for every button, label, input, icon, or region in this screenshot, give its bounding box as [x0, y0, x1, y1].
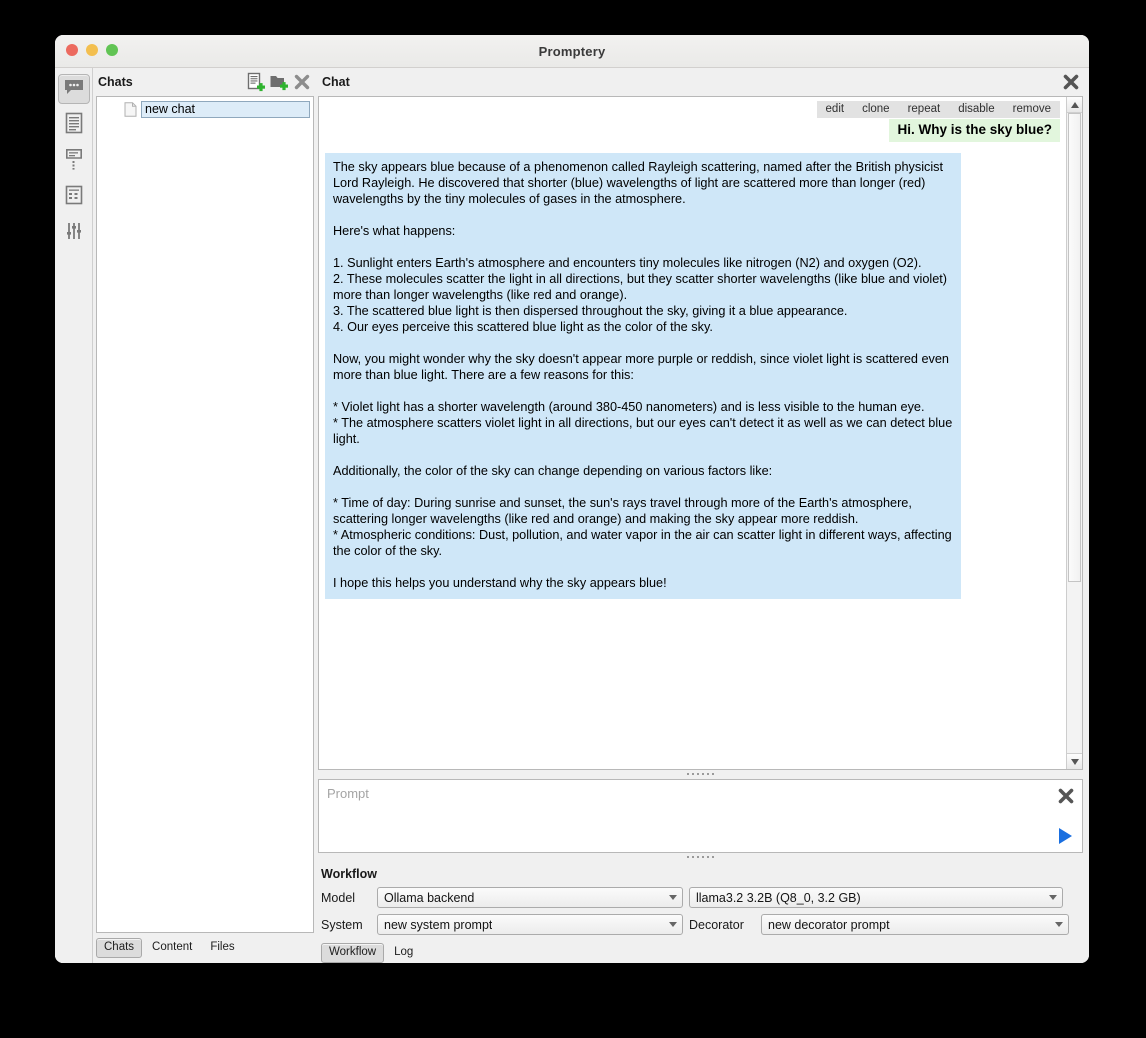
chats-toolbar — [246, 72, 312, 92]
prompt-box[interactable]: Prompt — [318, 779, 1083, 853]
clear-prompt-icon[interactable] — [1056, 786, 1076, 806]
scrollbar-track[interactable] — [1067, 113, 1082, 753]
rail-item-notes[interactable] — [58, 146, 90, 176]
action-disable[interactable]: disable — [949, 101, 1003, 118]
document-icon — [124, 102, 137, 117]
chats-panel-title: Chats — [98, 75, 133, 89]
decorator-prompt-value: new decorator prompt — [768, 917, 890, 932]
document-list-icon — [65, 148, 83, 175]
screen: Promptery Chats new chat Chats Content F… — [0, 0, 1146, 1038]
user-message-row: Hi. Why is the sky blue? — [325, 119, 1060, 142]
chat-bubble-icon — [64, 79, 84, 100]
action-edit[interactable]: edit — [817, 101, 854, 118]
model-select-value: llama3.2 3.2B (Q8_0, 3.2 GB) — [696, 890, 861, 905]
system-prompt-value: new system prompt — [384, 917, 493, 932]
scroll-up-icon[interactable] — [1067, 97, 1082, 113]
chat-panel: Chat edit clone repeat disable remove Hi… — [318, 68, 1089, 963]
message-list: edit clone repeat disable remove Hi. Why… — [319, 97, 1066, 769]
model-select[interactable]: llama3.2 3.2B (Q8_0, 3.2 GB) — [689, 887, 1063, 908]
send-play-icon[interactable] — [1055, 826, 1075, 846]
action-clone[interactable]: clone — [853, 101, 899, 118]
workflow-model-row: Model Ollama backend llama3.2 3.2B (Q8_0… — [321, 887, 1083, 908]
content-columns: Chats new chat Chats Content Files Chat … — [93, 68, 1089, 963]
chevron-down-icon — [664, 922, 682, 927]
list-item[interactable]: new chat — [97, 100, 313, 119]
icon-rail — [55, 68, 93, 963]
conversation-scrollbar[interactable] — [1066, 97, 1082, 769]
delete-icon[interactable] — [292, 72, 312, 92]
user-message: Hi. Why is the sky blue? — [889, 119, 1060, 142]
chat-panel-header: Chat — [318, 68, 1083, 96]
conversation-area: edit clone repeat disable remove Hi. Why… — [318, 96, 1083, 770]
close-button[interactable] — [66, 44, 78, 56]
table-icon — [65, 185, 83, 210]
chats-panel: Chats new chat Chats Content Files — [93, 68, 318, 963]
message-actions: edit clone repeat disable remove — [325, 101, 1060, 118]
sliders-icon — [64, 221, 84, 246]
tab-content[interactable]: Content — [144, 938, 200, 958]
assistant-message: The sky appears blue because of a phenom… — [325, 153, 961, 599]
workflow-tabstrip: Workflow Log — [321, 941, 1083, 963]
system-prompt-select[interactable]: new system prompt — [377, 914, 683, 935]
tab-log[interactable]: Log — [386, 943, 421, 963]
chats-panel-header: Chats — [96, 68, 314, 96]
rail-item-content[interactable] — [58, 110, 90, 140]
workflow-title: Workflow — [321, 867, 378, 881]
system-label: System — [321, 917, 363, 932]
chat-name-input[interactable]: new chat — [141, 101, 310, 118]
rail-item-settings[interactable] — [58, 218, 90, 248]
minimize-button[interactable] — [86, 44, 98, 56]
prompt-input[interactable]: Prompt — [319, 780, 377, 852]
window-controls — [66, 44, 118, 56]
chats-tabstrip: Chats Content Files — [96, 937, 314, 963]
close-icon[interactable] — [1061, 72, 1081, 92]
chevron-down-icon — [1050, 922, 1068, 927]
workflow-system-row: System new system prompt Decorator new d… — [321, 914, 1083, 935]
window-titlebar: Promptery — [55, 35, 1089, 68]
chat-panel-title: Chat — [322, 75, 350, 89]
window-title: Promptery — [538, 43, 606, 59]
tab-files[interactable]: Files — [202, 938, 242, 958]
backend-select[interactable]: Ollama backend — [377, 887, 683, 908]
scroll-down-icon[interactable] — [1067, 753, 1082, 769]
rail-item-chats[interactable] — [57, 74, 90, 104]
action-remove[interactable]: remove — [1004, 101, 1060, 118]
decorator-label: Decorator — [689, 917, 744, 932]
app-window: Promptery Chats new chat Chats Content F… — [55, 35, 1089, 963]
splitter-handle-bottom[interactable] — [318, 853, 1083, 862]
window-body: Chats new chat Chats Content Files Chat … — [55, 68, 1089, 963]
new-chat-icon[interactable] — [246, 72, 266, 92]
rail-item-data[interactable] — [58, 182, 90, 212]
tab-chats[interactable]: Chats — [96, 938, 143, 958]
splitter-handle-top[interactable] — [318, 770, 1083, 779]
maximize-button[interactable] — [106, 44, 118, 56]
scrollbar-thumb[interactable] — [1068, 113, 1081, 583]
document-icon — [65, 112, 83, 139]
workflow-section: Workflow Model Ollama backend llama3.2 3… — [318, 862, 1083, 963]
chevron-down-icon — [1044, 895, 1062, 900]
chats-list[interactable]: new chat — [96, 96, 314, 933]
new-folder-icon[interactable] — [269, 72, 289, 92]
chevron-down-icon — [664, 895, 682, 900]
model-label: Model — [321, 890, 356, 905]
decorator-prompt-select[interactable]: new decorator prompt — [761, 914, 1069, 935]
action-repeat[interactable]: repeat — [899, 101, 950, 118]
backend-select-value: Ollama backend — [384, 890, 475, 905]
tab-workflow[interactable]: Workflow — [321, 943, 385, 963]
